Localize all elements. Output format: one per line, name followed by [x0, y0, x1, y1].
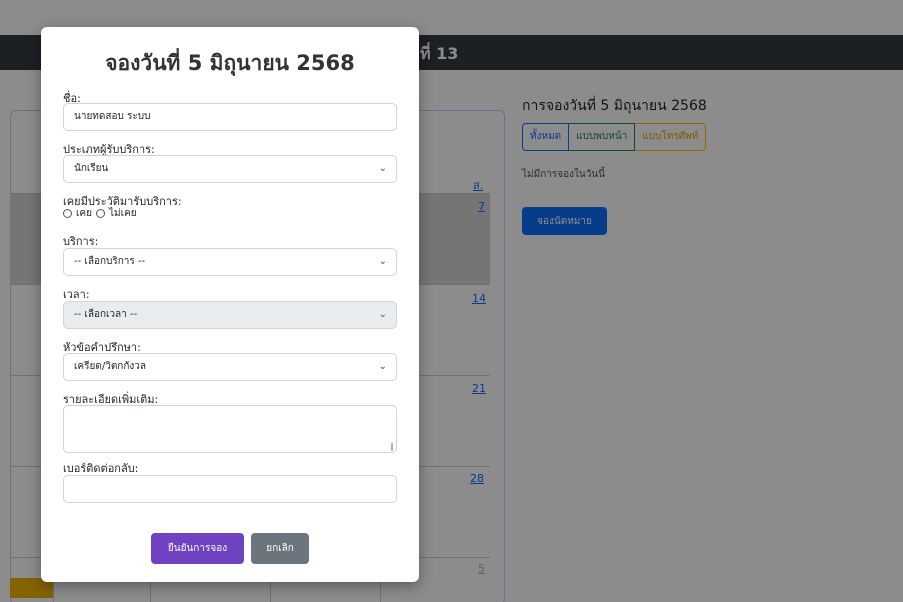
name-input[interactable]: นายทดสอบ ระบบ	[63, 103, 397, 131]
history-no-radio[interactable]	[95, 209, 105, 218]
client-type-select[interactable]: นักเรียน ⌄	[63, 155, 397, 183]
topic-value: เครียด/วิตกกังวล	[74, 361, 147, 372]
chevron-down-icon: ⌄	[378, 256, 387, 267]
chevron-down-icon: ⌄	[378, 309, 387, 320]
chevron-down-icon: ⌄	[378, 163, 387, 174]
time-value: -- เลือกเวลา --	[74, 309, 138, 320]
resize-handle-icon[interactable]: ∥	[390, 442, 394, 451]
history-yes-radio[interactable]	[63, 209, 72, 218]
booking-modal: จองวันที่ 5 มิถุนายน 2568 ชื่อ: นายทดสอบ…	[41, 27, 419, 582]
history-no-label: ไม่เคย	[108, 208, 137, 219]
modal-title: จองวันที่ 5 มิถุนายน 2568	[105, 51, 355, 75]
time-select[interactable]: -- เลือกเวลา -- ⌄	[63, 301, 397, 329]
history-yes-label: เคย	[76, 208, 92, 219]
service-select[interactable]: -- เลือกบริการ -- ⌄	[63, 248, 397, 276]
confirm-booking-button[interactable]: ยืนยันการจอง	[151, 533, 244, 564]
service-value: -- เลือกบริการ --	[74, 256, 146, 267]
topic-select[interactable]: เครียด/วิตกกังวล ⌄	[63, 353, 397, 381]
client-type-value: นักเรียน	[74, 163, 109, 174]
history-radio-group: เคย ไม่เคย	[63, 206, 137, 221]
chevron-down-icon: ⌄	[378, 361, 387, 372]
phone-input[interactable]	[63, 475, 397, 503]
cancel-button[interactable]: ยกเลิก	[251, 533, 309, 564]
details-textarea[interactable]: ∥	[63, 405, 397, 453]
